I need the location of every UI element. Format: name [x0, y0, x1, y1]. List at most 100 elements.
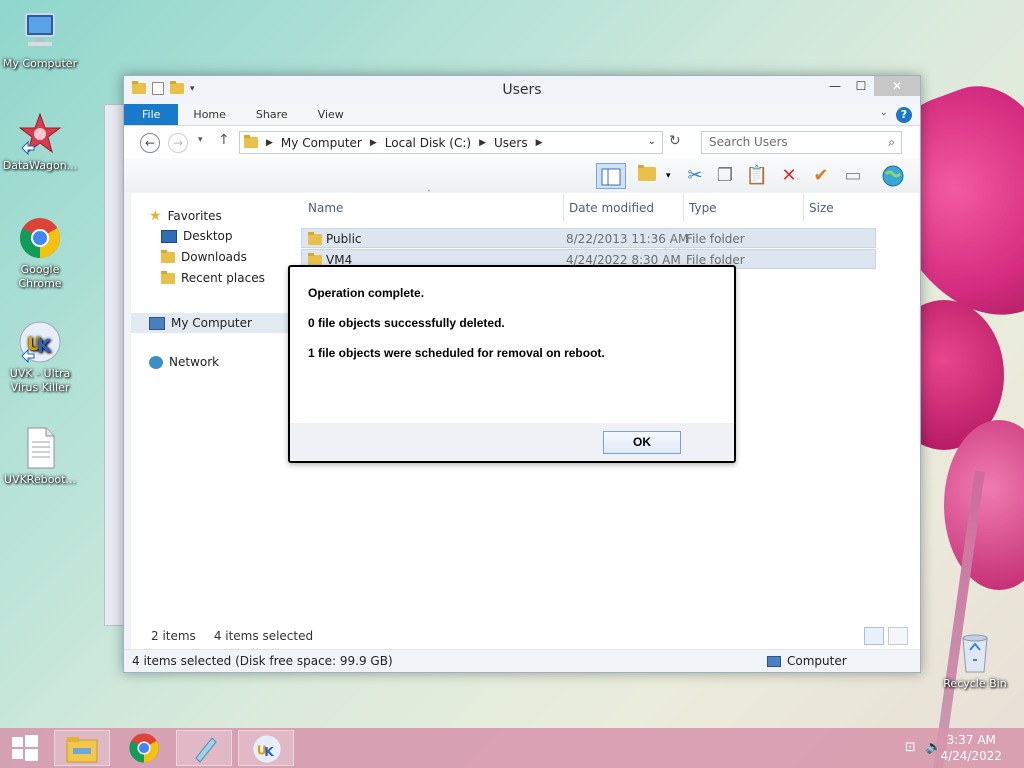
maximize-button[interactable]: ☐ [848, 76, 874, 96]
nav-recent-places[interactable]: Recent places [161, 270, 265, 285]
network-icon [149, 355, 163, 369]
breadcrumb-local-disk[interactable]: Local Disk (C:) [385, 136, 471, 150]
rename-icon[interactable]: ▭ [840, 163, 866, 189]
desktop-icon-datawagon[interactable]: DataWagon... [0, 112, 80, 173]
file-date: 8/22/2013 11:36 AM [566, 232, 689, 246]
search-icon: ⌕ [888, 135, 895, 149]
properties-check-icon[interactable]: ✔ [808, 163, 834, 189]
copy-icon[interactable]: ❐ [712, 163, 738, 189]
operation-complete-dialog[interactable]: Operation complete. 0 file objects succe… [288, 265, 736, 463]
star-icon: ★ [149, 208, 162, 224]
taskbar-file-explorer[interactable] [54, 730, 110, 766]
notepad-icon [195, 737, 217, 763]
back-button[interactable]: ← [140, 133, 160, 153]
nav-network[interactable]: Network [149, 355, 219, 369]
desktop-icon-label: Recycle Bin [943, 677, 1007, 690]
uvk-icon: UK [253, 735, 281, 763]
dialog-message-title: Operation complete. [308, 286, 425, 300]
windows-logo-icon [12, 735, 38, 761]
desktop-icon-label: DataWagon... [2, 159, 78, 172]
cut-icon[interactable]: ✂ [682, 163, 708, 189]
item-count-bar: 2 items 4 items selected [151, 629, 313, 643]
new-folder-button[interactable] [634, 163, 660, 189]
forward-button[interactable]: → [168, 133, 188, 153]
wallpaper-stem [933, 470, 985, 768]
tab-home[interactable]: Home [178, 104, 240, 125]
nav-downloads[interactable]: Downloads [161, 249, 247, 264]
tab-file[interactable]: File [124, 104, 179, 125]
desktop-icon-label: Google Chrome [18, 263, 62, 290]
tab-view[interactable]: View [303, 104, 359, 125]
tab-share[interactable]: Share [241, 104, 303, 125]
desktop-icon-label: My Computer [2, 57, 78, 70]
search-placeholder: Search Users [709, 135, 788, 149]
column-divider[interactable] [683, 193, 684, 221]
address-dropdown-icon[interactable]: ⌄ [648, 136, 656, 147]
desktop-icon-uvk[interactable]: UK UVK - Ultra Virus Killer [0, 320, 80, 395]
breadcrumb-separator-icon[interactable]: ▶ [370, 138, 377, 148]
breadcrumb-separator-icon[interactable]: ▶ [536, 138, 543, 148]
breadcrumb-separator-icon[interactable]: ▶ [479, 138, 486, 148]
breadcrumb-separator-icon[interactable]: ▶ [266, 138, 273, 148]
recent-locations-icon[interactable]: ▾ [198, 135, 203, 145]
address-bar[interactable]: ▶ My Computer ▶ Local Disk (C:) ▶ Users … [239, 131, 663, 154]
column-header-size[interactable]: Size [809, 201, 834, 215]
ok-button[interactable]: OK [603, 431, 681, 454]
taskbar: UK ⊡ 🔈 3:37 AM 4/24/2022 [0, 728, 1024, 768]
address-row: ← → ▾ ↑ ▶ My Computer ▶ Local Disk (C:) … [124, 126, 920, 158]
search-input[interactable]: Search Users ⌕ [701, 131, 902, 154]
nav-desktop[interactable]: Desktop [161, 229, 233, 243]
dialog-message-scheduled: 1 file objects were scheduled for remova… [308, 346, 605, 360]
new-folder-dropdown-icon[interactable]: ▾ [666, 171, 671, 181]
paste-icon[interactable]: 📋 [744, 163, 770, 189]
refresh-icon[interactable]: ↻ [669, 133, 681, 149]
nav-label: Network [169, 355, 220, 369]
breadcrumb-my-computer[interactable]: My Computer [281, 136, 362, 150]
nav-my-computer[interactable]: My Computer [131, 313, 291, 333]
details-view-button[interactable] [864, 627, 884, 645]
taskbar-chrome[interactable] [116, 730, 172, 766]
column-header-name[interactable]: Name [308, 201, 343, 215]
computer-icon [18, 10, 62, 54]
breadcrumb-users[interactable]: Users [494, 136, 528, 150]
window-title: Users [502, 82, 542, 98]
taskbar-uvk[interactable]: UK [238, 730, 294, 766]
nav-label: Favorites [167, 209, 222, 223]
network-status-icon[interactable]: ⊡ [905, 740, 916, 755]
expand-ribbon-icon[interactable]: ⌄ [880, 107, 888, 118]
column-header-type[interactable]: Type [689, 201, 717, 215]
up-button[interactable]: ↑ [218, 132, 230, 148]
large-icons-view-button[interactable] [888, 627, 908, 645]
selected-count: 4 items selected [213, 629, 314, 643]
disk-space-status: 4 items selected (Disk free space: 99.9 … [132, 654, 393, 668]
details-bar: 4 items selected (Disk free space: 99.9 … [124, 649, 920, 672]
chrome-icon [18, 216, 62, 260]
file-explorer-icon [66, 737, 98, 763]
text-file-icon [18, 426, 62, 470]
nav-favorites[interactable]: ★ Favorites [149, 208, 222, 224]
clock-time: 3:37 AM [946, 733, 996, 747]
help-icon[interactable]: ? [896, 107, 912, 123]
close-button[interactable]: ✕ [874, 76, 920, 96]
column-divider[interactable] [563, 193, 564, 221]
delete-icon[interactable]: ✕ [776, 163, 802, 189]
preview-pane-button[interactable] [596, 163, 626, 189]
desktop-icon-recycle-bin[interactable]: Recycle Bin [935, 630, 1015, 691]
table-row[interactable]: Public 8/22/2013 11:36 AM File folder [301, 228, 876, 248]
column-divider[interactable] [803, 193, 804, 221]
view-switcher [864, 627, 908, 645]
column-header-date-modified[interactable]: Date modified [569, 201, 654, 215]
title-bar[interactable]: ▾ Users — ☐ ✕ [124, 76, 920, 104]
desktop-icon-uvkreboot[interactable]: UVKReboot... [0, 426, 80, 487]
start-button[interactable] [0, 730, 48, 766]
nav-label: Desktop [183, 229, 233, 243]
minimize-button[interactable]: — [822, 76, 848, 96]
clock[interactable]: 3:37 AM 4/24/2022 [940, 732, 1002, 764]
desktop-icon-my-computer[interactable]: My Computer [0, 10, 80, 71]
nav-label: My Computer [171, 316, 252, 330]
taskbar-datawagon[interactable] [176, 730, 232, 766]
desktop-icon-chrome[interactable]: Google Chrome [0, 216, 80, 291]
network-globe-icon[interactable] [880, 163, 906, 189]
window-controls: — ☐ ✕ [822, 76, 920, 96]
ribbon-tabs: File Home Share View ⌄ ? [124, 104, 920, 126]
